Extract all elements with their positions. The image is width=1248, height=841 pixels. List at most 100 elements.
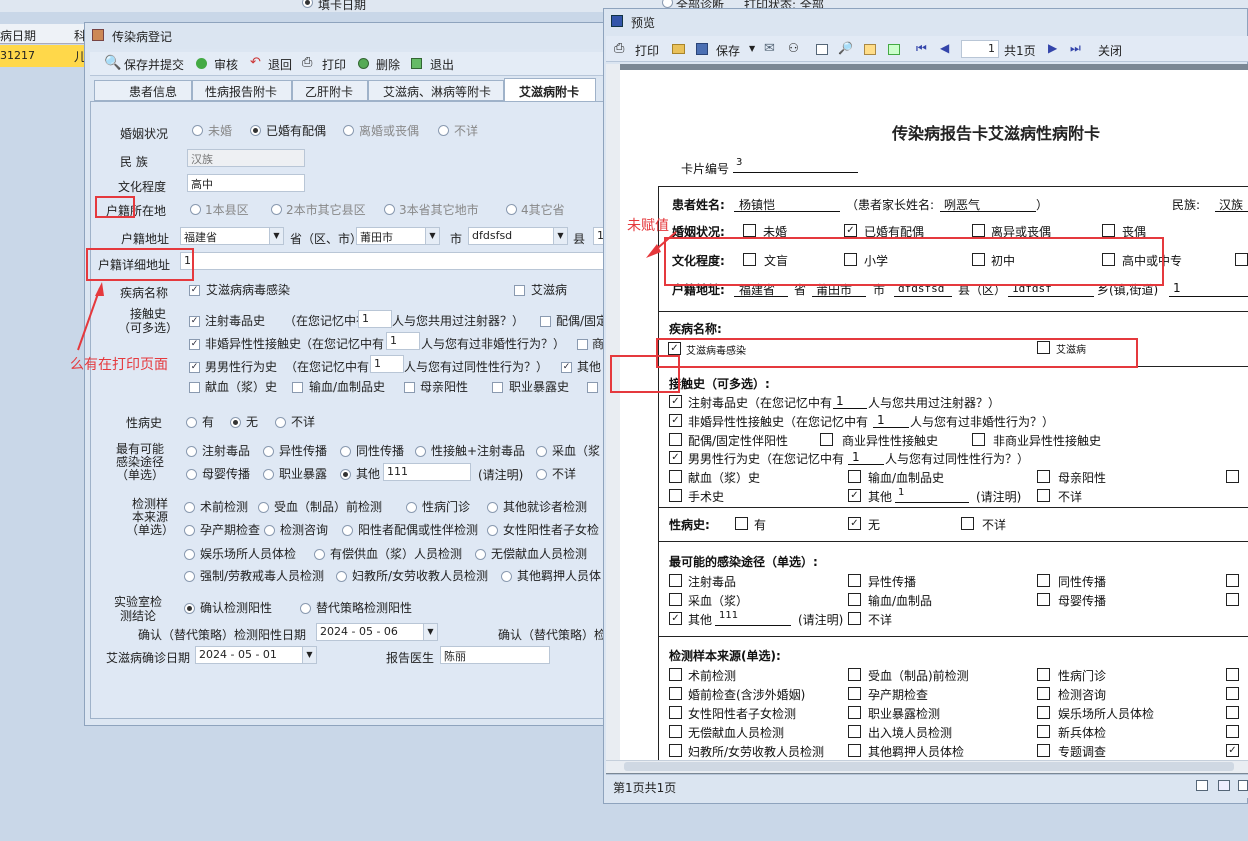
print-contact-extra-box <box>1226 470 1239 483</box>
sample-free-donor-radio[interactable] <box>475 549 486 560</box>
save-submit-button[interactable]: 保存并提交 <box>124 56 184 73</box>
route-homo-radio[interactable] <box>340 446 351 457</box>
preview-close-button[interactable]: 关闭 <box>1098 42 1122 59</box>
route-other-field[interactable]: 111 <box>383 463 471 481</box>
marital-unknown-radio[interactable] <box>438 125 449 136</box>
contact-mother-checkbox[interactable] <box>404 382 415 393</box>
contact-msm-count[interactable]: 1 <box>370 355 404 373</box>
marital-unmarried-radio[interactable] <box>192 125 203 136</box>
confirm-date-picker[interactable]: 2024 - 05 - 06 ▼ <box>316 623 438 641</box>
sample-entertainment-radio[interactable] <box>184 549 195 560</box>
province-select[interactable]: 福建省 ▼ <box>180 227 284 245</box>
nation-field[interactable]: 汉族 <box>187 149 305 167</box>
route-mother-radio[interactable] <box>186 469 197 480</box>
residence-city-radio[interactable] <box>271 204 282 215</box>
tab-aids-card[interactable]: 艾滋病附卡 <box>504 78 596 102</box>
contact-drug-count[interactable]: 1 <box>358 310 392 328</box>
prev-page-icon[interactable]: ◀ <box>940 41 949 55</box>
view-mode-icon[interactable] <box>1238 780 1248 791</box>
sample-paid-donor-radio[interactable] <box>314 549 325 560</box>
route-hetero-radio[interactable] <box>263 446 274 457</box>
tab-std-card[interactable]: 性病报告附卡 <box>192 80 292 101</box>
scroll-thumb[interactable] <box>624 762 1234 771</box>
route-occupational-radio[interactable] <box>263 469 274 480</box>
next-page-icon[interactable]: ▶ <box>1048 41 1057 55</box>
sample-pregnancy-radio[interactable] <box>184 525 195 536</box>
chevron-down-icon[interactable]: ▼ <box>749 44 755 53</box>
disease-hiv-checkbox[interactable]: ✓ <box>189 285 200 296</box>
vertical-scrollbar[interactable] <box>606 64 620 760</box>
lab-confirmed-radio[interactable] <box>184 603 195 614</box>
print-sample-pretransfusion-box <box>848 668 861 681</box>
route-plasma-radio[interactable] <box>536 446 547 457</box>
page-setup-icon[interactable] <box>816 44 828 55</box>
watermark-icon[interactable] <box>888 44 900 55</box>
preview-save-button[interactable]: 保存 <box>716 42 740 59</box>
tab-aids-gonorrhea-card[interactable]: 艾滋病、淋病等附卡 <box>368 80 504 101</box>
preview-print-button[interactable]: 打印 <box>635 42 659 59</box>
first-page-icon[interactable]: ⏮ <box>916 41 927 56</box>
print-button[interactable]: 打印 <box>322 56 346 73</box>
contact-extra-checkbox[interactable] <box>587 382 598 393</box>
contact-hetero-count[interactable]: 1 <box>386 332 420 350</box>
edit-icon[interactable] <box>864 44 876 55</box>
residence-province-radio[interactable] <box>384 204 395 215</box>
contact-occupational-checkbox[interactable] <box>492 382 503 393</box>
exit-button[interactable]: 退出 <box>430 56 454 73</box>
detail-address-field[interactable]: 1 <box>180 252 606 270</box>
view-mode-icon[interactable] <box>1218 780 1230 791</box>
sample-child-radio[interactable] <box>487 525 498 536</box>
std-no-radio[interactable] <box>230 417 241 428</box>
folder-icon[interactable] <box>672 44 685 54</box>
sample-labor-camp-radio[interactable] <box>336 571 347 582</box>
std-yes-radio[interactable] <box>186 417 197 428</box>
route-sex-drug-radio[interactable] <box>415 446 426 457</box>
aids-diagnosis-date-picker[interactable]: 2024 - 05 - 01 ▼ <box>195 646 317 664</box>
sample-std-clinic-radio[interactable] <box>406 502 417 513</box>
sample-other-patient-radio[interactable] <box>487 502 498 513</box>
lab-alternative-radio[interactable] <box>300 603 311 614</box>
tab-hepb-card[interactable]: 乙肝附卡 <box>292 80 368 101</box>
contact-drug-checkbox[interactable]: ✓ <box>189 316 200 327</box>
route-unknown-radio[interactable] <box>536 469 547 480</box>
sample-partner-radio[interactable] <box>342 525 353 536</box>
mail-icon[interactable]: ✉ <box>764 41 775 56</box>
binoculars-icon[interactable]: ⚇ <box>788 41 799 55</box>
residence-other-radio[interactable] <box>506 204 517 215</box>
sample-preop-radio[interactable] <box>184 502 195 513</box>
last-page-icon[interactable]: ⏭ <box>1070 41 1081 56</box>
county-select[interactable]: dfdsfsd ▼ <box>468 227 568 245</box>
delete-button[interactable]: 删除 <box>376 56 400 73</box>
sample-counseling-radio[interactable] <box>264 525 275 536</box>
disease-aids-checkbox[interactable] <box>514 285 525 296</box>
residence-county-radio[interactable] <box>190 204 201 215</box>
marital-divorced-radio[interactable] <box>343 125 354 136</box>
print-contact-drug-box: ✓ <box>669 395 682 408</box>
marital-married-radio[interactable] <box>250 125 261 136</box>
tab-patient-info[interactable]: 患者信息 <box>94 80 192 101</box>
return-button[interactable]: 退回 <box>268 56 292 73</box>
contact-blood-donation-checkbox[interactable] <box>189 382 200 393</box>
zoom-icon[interactable]: 🔎 <box>838 41 853 55</box>
std-unknown-radio[interactable] <box>275 417 286 428</box>
print-sample-std-box <box>1037 668 1050 681</box>
city-select[interactable]: 莆田市 ▼ <box>356 227 440 245</box>
route-drug-radio[interactable] <box>186 446 197 457</box>
route-other-radio[interactable] <box>340 469 351 480</box>
sample-detainee-radio[interactable] <box>501 571 512 582</box>
contact-msm-checkbox[interactable]: ✓ <box>189 362 200 373</box>
report-doctor-field[interactable]: 陈丽 <box>440 646 550 664</box>
contact-spouse-checkbox[interactable] <box>540 316 551 327</box>
contact-other-checkbox[interactable]: ✓ <box>561 362 572 373</box>
contact-hetero-checkbox[interactable]: ✓ <box>189 339 200 350</box>
sample-rehab-radio[interactable] <box>184 571 195 582</box>
page-number-field[interactable]: 1 <box>961 40 999 58</box>
tab-hepb-card-label: 乙肝附卡 <box>305 85 354 99</box>
contact-commercial-checkbox[interactable] <box>577 339 588 350</box>
education-field[interactable]: 高中 <box>187 174 305 192</box>
sample-pretransfusion-radio[interactable] <box>258 502 269 513</box>
view-mode-icon[interactable] <box>1196 780 1208 791</box>
contact-transfusion-checkbox[interactable] <box>292 382 303 393</box>
audit-button[interactable]: 审核 <box>214 56 238 73</box>
print-contact-drug-count: 1 <box>836 394 844 408</box>
